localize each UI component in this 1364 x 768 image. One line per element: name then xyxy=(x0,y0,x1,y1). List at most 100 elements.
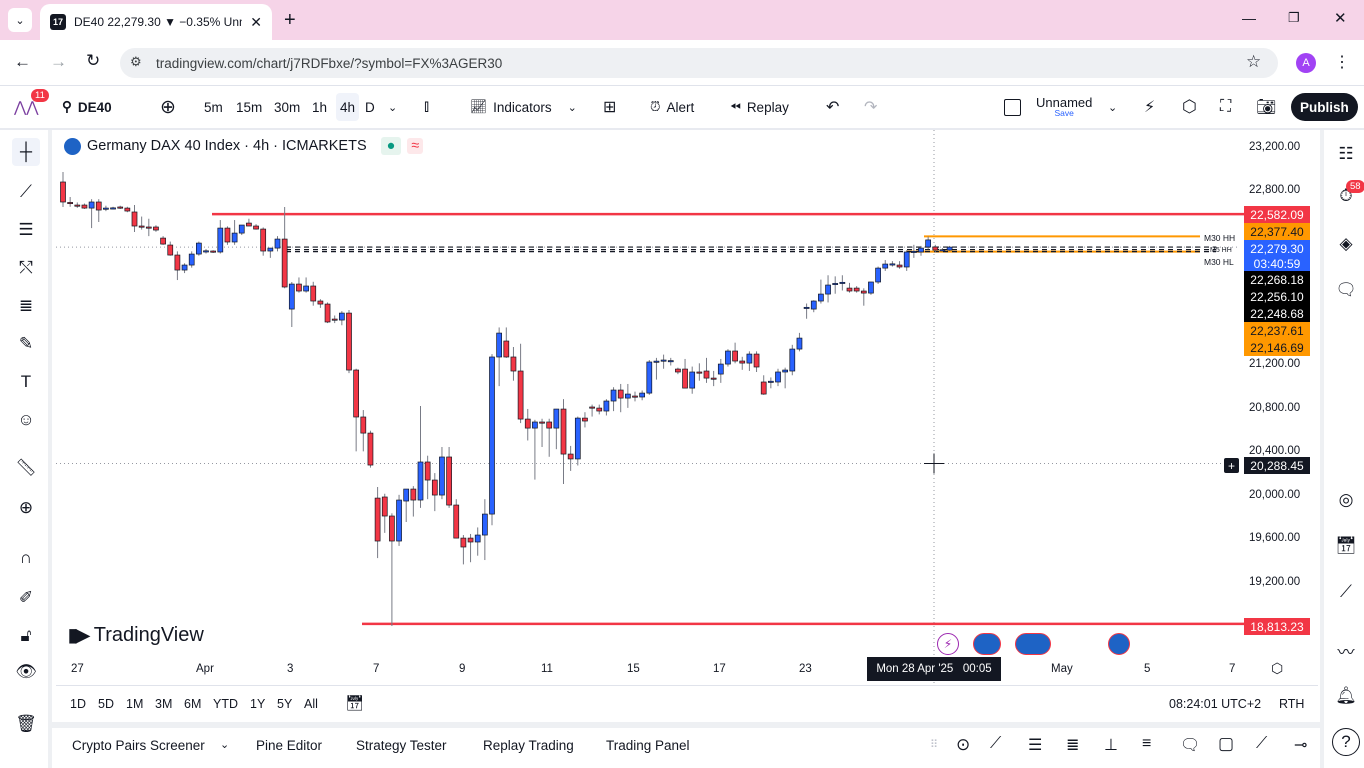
range-1M[interactable]: 1M xyxy=(126,697,143,711)
economic-event-eu-flag-icon[interactable] xyxy=(1108,633,1130,655)
interval-4h[interactable]: 4h xyxy=(336,93,360,121)
lock-drawing-pencil-icon[interactable]: ✐ xyxy=(12,584,40,612)
bookmark-star-icon[interactable]: ☆ xyxy=(1246,52,1261,72)
save-link[interactable]: Save xyxy=(1055,109,1074,118)
trend-line-tool-icon[interactable]: ⟋ xyxy=(12,178,40,206)
horizontal-lines-tool-icon[interactable]: ☰ xyxy=(12,216,40,244)
event-lightning-icon[interactable]: ⚡︎ xyxy=(937,633,959,655)
tab-crypto-pairs-screener[interactable]: Crypto Pairs Screener xyxy=(72,738,205,753)
alert-button[interactable]: ⏰︎ Alert xyxy=(650,88,694,126)
notifications-bell-icon[interactable]: 🔔︎ xyxy=(1332,682,1360,710)
browser-tab[interactable]: 17 DE40 22,279.30 ▼ −0.35% Unn ✕ xyxy=(40,4,272,40)
minimize-button[interactable]: — xyxy=(1242,10,1256,26)
interval-D[interactable]: D xyxy=(365,88,375,126)
rectangle-tool-icon[interactable]: ▢ xyxy=(1218,734,1234,754)
session-rth[interactable]: RTH xyxy=(1279,697,1304,711)
fullscreen-icon[interactable]: ⛶ xyxy=(1220,88,1231,126)
eye-icon[interactable]: 👁︎ xyxy=(12,658,40,686)
add-alert-plus-icon[interactable]: + xyxy=(1224,458,1239,473)
layouts-grid-icon[interactable]: ⊞ xyxy=(603,88,616,126)
compare-symbol-button[interactable]: ⊕ xyxy=(160,88,176,126)
site-info-icon[interactable]: ⚙ xyxy=(130,54,142,70)
ellipse-tool-icon[interactable]: ⊙ xyxy=(956,735,970,755)
publish-button[interactable]: Publish xyxy=(1291,93,1358,121)
economic-event-eu-flag-icon[interactable] xyxy=(973,633,1001,655)
chat-icon[interactable]: 🗨︎ xyxy=(1332,276,1360,304)
screener-chevron-down-icon[interactable]: ⌄ xyxy=(220,738,229,751)
undo-button[interactable]: ↶ xyxy=(826,88,839,126)
watchlist-icon[interactable]: ☷ xyxy=(1332,140,1360,168)
back-button[interactable]: ← xyxy=(14,52,31,72)
layout-square-icon[interactable] xyxy=(1004,88,1021,126)
pattern-tool-icon[interactable]: ⤲ xyxy=(12,254,40,282)
camera-icon[interactable]: 📷︎ xyxy=(1256,88,1276,126)
interval-dropdown-chevron-icon[interactable]: ⌄ xyxy=(388,88,397,126)
fib-channel-icon[interactable]: ≣ xyxy=(1066,735,1079,755)
crosshair-tool-icon[interactable]: ┼ xyxy=(12,138,40,166)
range-YTD[interactable]: YTD xyxy=(213,697,238,711)
reload-button[interactable]: ↻ xyxy=(86,51,100,71)
url-input[interactable]: ⚙ tradingview.com/chart/j7RDFbxe/?symbol… xyxy=(120,48,1278,78)
quick-search-icon[interactable]: ⚡︎ xyxy=(1144,88,1155,126)
tab-pine-editor[interactable]: Pine Editor xyxy=(256,738,322,753)
target-icon[interactable]: ◎ xyxy=(1332,486,1360,514)
price-chart[interactable] xyxy=(56,130,1318,686)
interval-30m[interactable]: 30m xyxy=(274,88,300,126)
close-tab-icon[interactable]: ✕ xyxy=(250,14,262,31)
interval-15m[interactable]: 15m xyxy=(236,88,262,126)
parallel-channel-icon[interactable]: ☰ xyxy=(1028,735,1042,755)
replay-button[interactable]: ⏪︎ Replay xyxy=(730,88,789,126)
tab-trading-panel[interactable]: Trading Panel xyxy=(606,738,690,753)
range-1D[interactable]: 1D xyxy=(70,697,86,711)
close-window-button[interactable]: ✕ xyxy=(1334,9,1347,27)
interval-5m[interactable]: 5m xyxy=(204,88,223,126)
forward-button[interactable]: → xyxy=(50,52,67,72)
fib-retracement-icon[interactable]: ≡ xyxy=(1142,735,1151,753)
tab-strategy-tester[interactable]: Strategy Tester xyxy=(356,738,447,753)
range-6M[interactable]: 6M xyxy=(184,697,201,711)
candle-type-icon[interactable]: ⫾ xyxy=(424,88,429,126)
path-tool-icon[interactable]: ⟋ xyxy=(990,735,1001,753)
go-to-date-icon[interactable]: 📅︎ xyxy=(345,694,364,712)
line-tool-icon[interactable]: ⟋ xyxy=(1256,735,1267,753)
range-3M[interactable]: 3M xyxy=(155,697,172,711)
help-icon[interactable]: ? xyxy=(1332,728,1360,756)
new-tab-button[interactable]: + xyxy=(284,9,296,32)
symbol-search-button[interactable]: ⚲ DE40 xyxy=(62,88,112,126)
lock-icon[interactable]: 🔓︎ xyxy=(12,622,40,650)
redo-button[interactable]: ↷ xyxy=(864,88,877,126)
tab-replay-trading[interactable]: Replay Trading xyxy=(483,738,574,753)
settings-hexagon-icon[interactable]: ⬡ xyxy=(1182,88,1197,126)
price-range-icon[interactable]: ⊥ xyxy=(1104,735,1118,755)
callout-icon[interactable]: 🗨︎ xyxy=(1180,735,1200,755)
magnet-icon[interactable]: ∩ xyxy=(12,544,40,572)
browser-menu-icon[interactable]: ⋮ xyxy=(1334,52,1350,72)
layout-chevron-down-icon[interactable]: ⌄ xyxy=(1108,88,1117,126)
ray-tool-icon[interactable]: ⊸ xyxy=(1294,735,1307,755)
chart-pane[interactable]: Germany DAX 40 Index · 4h · ICMARKETS ● ≈… xyxy=(56,130,1318,686)
layout-name-button[interactable]: Unnamed Save xyxy=(1036,88,1092,126)
range-1Y[interactable]: 1Y xyxy=(250,697,265,711)
ruler-tool-icon[interactable]: 📏︎ xyxy=(12,454,40,482)
economic-event-eu-flag-icon[interactable] xyxy=(1015,633,1051,655)
profile-avatar[interactable]: A xyxy=(1296,53,1316,73)
range-All[interactable]: All xyxy=(304,697,318,711)
indicators-button[interactable]: 📈︎ Indicators ⌄ xyxy=(470,88,577,126)
maximize-button[interactable]: ❐ xyxy=(1288,10,1300,26)
emoji-tool-icon[interactable]: ☺ xyxy=(12,406,40,434)
range-5Y[interactable]: 5Y xyxy=(277,697,292,711)
range-5D[interactable]: 5D xyxy=(98,697,114,711)
fib-tool-icon[interactable]: ≣ xyxy=(12,292,40,320)
chart-legend[interactable]: Germany DAX 40 Index · 4h · ICMARKETS ● ≈ xyxy=(64,137,424,155)
user-menu-button[interactable]: ⋀⋀ 11 xyxy=(14,88,49,126)
text-tool-icon[interactable]: T xyxy=(12,368,40,396)
zoom-in-icon[interactable]: ⊕ xyxy=(12,494,40,522)
clock-timezone[interactable]: 08:24:01 UTC+2 xyxy=(1169,697,1261,711)
axis-settings-icon[interactable]: ⬡ xyxy=(1271,660,1283,677)
brush-tool-icon[interactable]: ✎ xyxy=(12,330,40,358)
layers-icon[interactable]: ◈ xyxy=(1332,230,1360,258)
drag-handle-icon[interactable]: ⠿ xyxy=(930,738,938,751)
calendar-icon[interactable]: 📅︎ xyxy=(1332,532,1360,560)
interval-1h[interactable]: 1h xyxy=(312,88,327,126)
trash-icon[interactable]: 🗑︎ xyxy=(12,710,40,738)
